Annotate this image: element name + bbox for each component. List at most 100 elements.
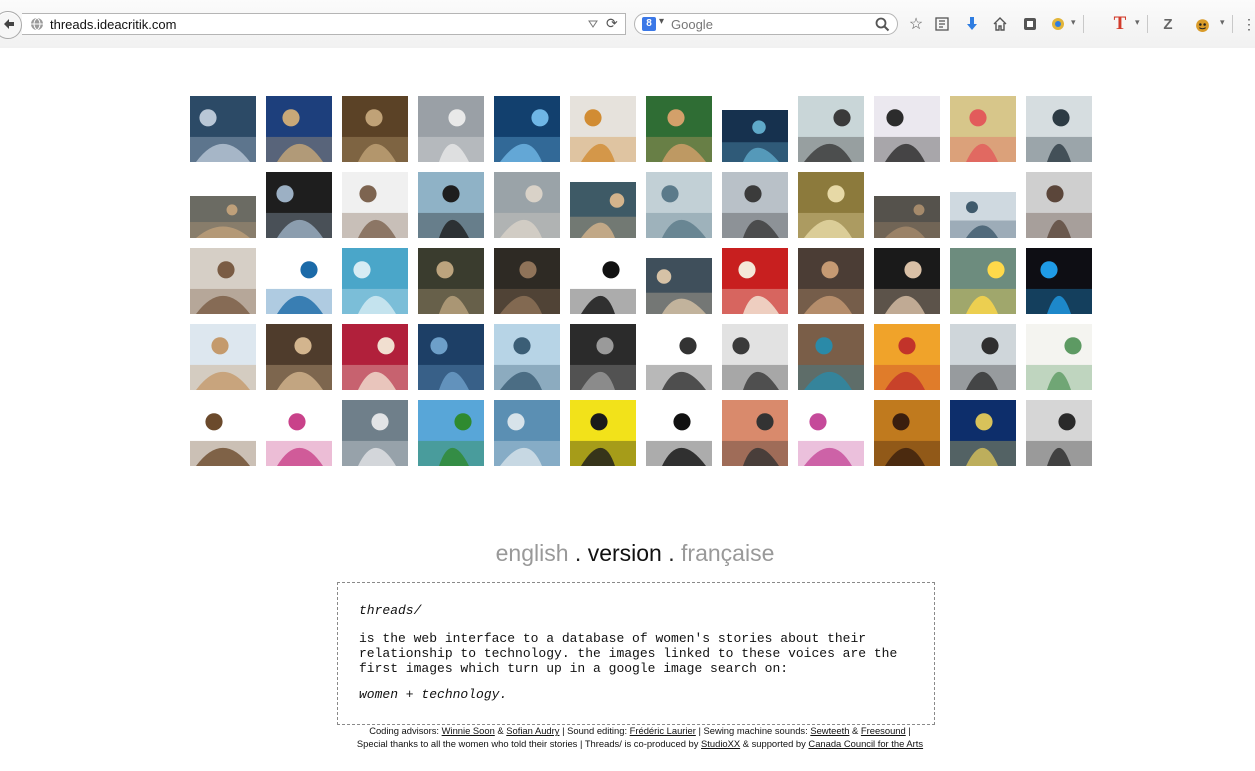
sound-editor-link[interactable]: Frédéric Laurier (630, 725, 696, 736)
menu-more-icon[interactable]: ⋮ (1242, 14, 1255, 34)
gallery-thumbnail[interactable] (570, 324, 636, 390)
gallery-thumbnail[interactable] (722, 110, 788, 162)
gallery-thumbnail[interactable] (190, 324, 256, 390)
about-panel: threads/ is the web interface to a datab… (337, 582, 935, 725)
gallery-thumbnail[interactable] (646, 172, 712, 238)
zotero-icon[interactable]: Z (1158, 14, 1178, 34)
greasemonkey-dropdown-icon[interactable]: ▾ (1220, 17, 1225, 28)
gallery-thumbnail[interactable] (418, 324, 484, 390)
gallery-thumbnail[interactable] (722, 324, 788, 390)
gallery-thumbnail[interactable] (646, 96, 712, 162)
text-tool-dropdown-icon[interactable]: ▾ (1135, 17, 1140, 28)
gallery-thumbnail[interactable] (950, 96, 1016, 162)
gallery-thumbnail[interactable] (798, 400, 864, 466)
gallery-thumbnail[interactable] (342, 324, 408, 390)
about-title: threads/ (359, 603, 422, 618)
gallery-thumbnail[interactable] (418, 172, 484, 238)
gallery-thumbnail[interactable] (418, 400, 484, 466)
back-arrow-icon (4, 19, 14, 29)
gallery-thumbnail[interactable] (722, 400, 788, 466)
search-icon[interactable] (875, 17, 890, 32)
globe-icon (31, 17, 43, 31)
history-dropdown-icon[interactable] (588, 19, 598, 29)
home-icon[interactable] (990, 14, 1010, 34)
back-button[interactable] (0, 11, 22, 39)
version-label: version (587, 540, 662, 566)
bookmarks-list-icon[interactable] (932, 14, 952, 34)
freesound-link[interactable]: Freesound (861, 725, 906, 736)
gallery-thumbnail[interactable] (646, 400, 712, 466)
gallery-thumbnail[interactable] (722, 248, 788, 314)
gallery-thumbnail[interactable] (190, 248, 256, 314)
gallery-thumbnail[interactable] (874, 324, 940, 390)
gallery-thumbnail[interactable] (418, 96, 484, 162)
search-engine-icon[interactable]: 8 (642, 17, 656, 31)
gallery-thumbnail[interactable] (266, 400, 332, 466)
francaise-link[interactable]: française (681, 540, 774, 566)
english-link[interactable]: english (496, 540, 569, 566)
coding-label: Coding advisors: (369, 725, 440, 736)
toolbar-separator (1232, 15, 1233, 33)
gallery-thumbnail[interactable] (950, 192, 1016, 238)
gallery-thumbnail[interactable] (342, 248, 408, 314)
bookmark-star-icon[interactable]: ☆ (906, 14, 926, 34)
gallery-thumbnail[interactable] (418, 248, 484, 314)
downloads-icon[interactable] (962, 14, 982, 34)
gallery-thumbnail[interactable] (722, 172, 788, 238)
search-placeholder: Google (671, 17, 713, 32)
toolbar-separator (1147, 15, 1148, 33)
gallery-thumbnail[interactable] (1026, 172, 1092, 238)
gallery-thumbnail[interactable] (342, 96, 408, 162)
gallery-thumbnail[interactable] (646, 324, 712, 390)
gallery-thumbnail[interactable] (570, 248, 636, 314)
gallery-thumbnail[interactable] (494, 172, 560, 238)
gallery-thumbnail[interactable] (874, 196, 940, 238)
gallery-thumbnail[interactable] (190, 196, 256, 238)
gallery-thumbnail[interactable] (950, 324, 1016, 390)
gallery-thumbnail[interactable] (266, 324, 332, 390)
gallery-thumbnail[interactable] (494, 248, 560, 314)
gallery-thumbnail[interactable] (874, 400, 940, 466)
addon-puzzle-icon[interactable] (1048, 14, 1068, 34)
gallery-thumbnail[interactable] (874, 248, 940, 314)
gallery-thumbnail[interactable] (798, 324, 864, 390)
gallery-thumbnail[interactable] (570, 182, 636, 238)
address-bar[interactable]: threads.ideacritik.com ⟳ (22, 13, 626, 35)
screenshot-icon[interactable] (1020, 14, 1040, 34)
gallery-thumbnail[interactable] (190, 400, 256, 466)
canada-council-link[interactable]: Canada Council for the Arts (808, 738, 923, 749)
gallery-thumbnail[interactable] (646, 258, 712, 314)
addon-dropdown-icon[interactable]: ▾ (1071, 17, 1076, 28)
gallery-thumbnail[interactable] (494, 400, 560, 466)
studioxx-link[interactable]: StudioXX (701, 738, 740, 749)
gallery-thumbnail[interactable] (798, 248, 864, 314)
gallery-thumbnail[interactable] (570, 400, 636, 466)
gallery-thumbnail[interactable] (950, 248, 1016, 314)
gallery-thumbnail[interactable] (798, 172, 864, 238)
text-tool-icon[interactable]: T (1110, 13, 1130, 34)
coder-link-winnie[interactable]: Winnie Soon (442, 725, 495, 736)
gallery-thumbnail[interactable] (494, 324, 560, 390)
reload-icon[interactable]: ⟳ (606, 15, 618, 32)
gallery-thumbnail[interactable] (1026, 96, 1092, 162)
gallery-thumbnail[interactable] (1026, 248, 1092, 314)
sewteeth-link[interactable]: Sewteeth (810, 725, 849, 736)
gallery-thumbnail[interactable] (190, 96, 256, 162)
search-bar[interactable]: 8 ▾ Google (634, 13, 898, 35)
gallery-thumbnail[interactable] (1026, 324, 1092, 390)
gallery-thumbnail[interactable] (874, 96, 940, 162)
greasemonkey-icon[interactable] (1192, 14, 1212, 34)
gallery-thumbnail[interactable] (570, 96, 636, 162)
gallery-thumbnail[interactable] (266, 96, 332, 162)
gallery-thumbnail[interactable] (342, 172, 408, 238)
gallery-thumbnail[interactable] (266, 172, 332, 238)
gallery-thumbnail[interactable] (1026, 400, 1092, 466)
gallery-thumbnail[interactable] (342, 400, 408, 466)
bar-text: | (908, 725, 911, 736)
coder-link-sofian[interactable]: Sofian Audry (506, 725, 559, 736)
gallery-thumbnail[interactable] (798, 96, 864, 162)
gallery-thumbnail[interactable] (494, 96, 560, 162)
search-engine-caret-icon[interactable]: ▾ (659, 16, 664, 27)
gallery-thumbnail[interactable] (950, 400, 1016, 466)
gallery-thumbnail[interactable] (266, 248, 332, 314)
